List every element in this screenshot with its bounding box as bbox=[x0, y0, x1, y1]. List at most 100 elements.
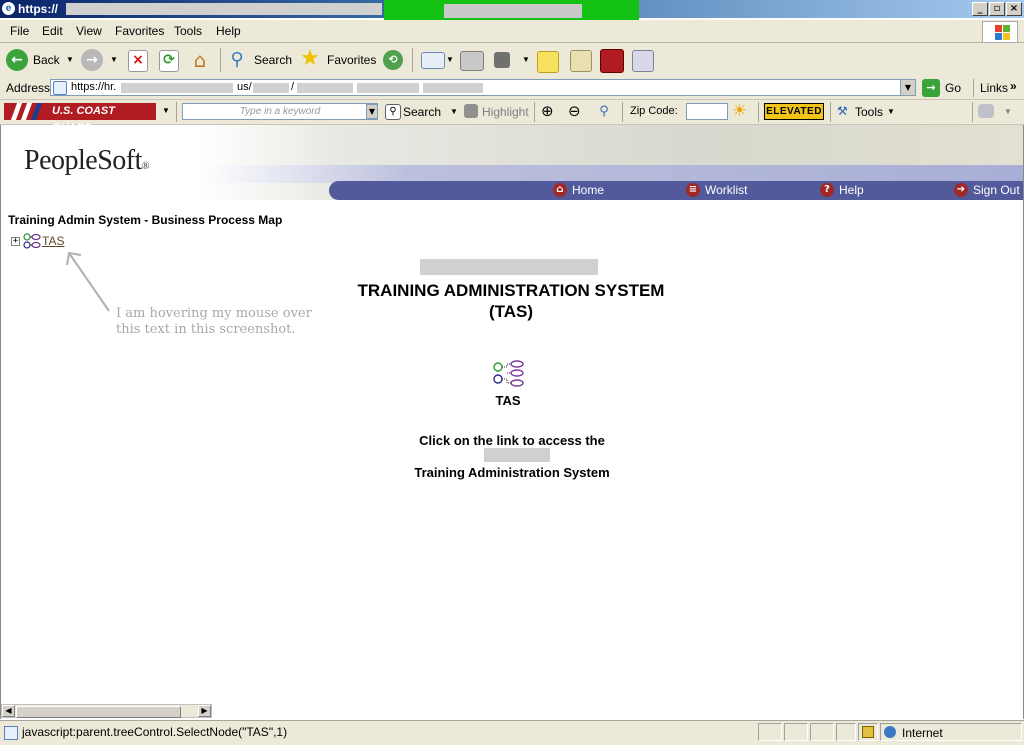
mail-icon[interactable] bbox=[421, 52, 445, 69]
status-panel bbox=[810, 723, 834, 741]
toolbar-separator bbox=[412, 48, 413, 72]
history-icon[interactable]: ⟲ bbox=[383, 50, 403, 70]
coast-guard-dropdown-icon[interactable]: ▼ bbox=[162, 106, 170, 115]
page-breadcrumb: Training Admin System - Business Process… bbox=[8, 213, 283, 227]
weather-sun-icon[interactable]: ☀ bbox=[732, 101, 747, 121]
toolbar-separator bbox=[758, 102, 759, 122]
tas-icon-label[interactable]: TAS bbox=[471, 393, 545, 408]
toolbar-separator bbox=[830, 102, 831, 122]
cg-tools-button[interactable]: Tools bbox=[855, 105, 883, 119]
redacted-heading bbox=[420, 259, 598, 275]
forward-arrow-icon[interactable]: → bbox=[81, 49, 103, 71]
favorites-star-icon[interactable]: ★ bbox=[300, 48, 320, 70]
messenger-icon[interactable] bbox=[600, 49, 624, 73]
peoplesoft-logo: PeopleSoft® bbox=[24, 145, 150, 177]
home-icon[interactable]: ⌂ bbox=[553, 183, 567, 197]
zoom-in-icon[interactable]: ⊕ bbox=[541, 102, 554, 120]
stop-icon[interactable]: × bbox=[128, 50, 148, 72]
cg-search-button[interactable]: Search bbox=[403, 105, 441, 119]
zip-code-input[interactable] bbox=[686, 103, 728, 120]
instruction-line1: Click on the link to access the bbox=[419, 433, 605, 448]
tree-link-tas[interactable]: TAS bbox=[42, 234, 64, 248]
address-url-sep: / bbox=[291, 81, 295, 93]
refresh-icon[interactable]: ⟳ bbox=[159, 50, 179, 72]
tree-expand-icon[interactable]: + bbox=[11, 237, 20, 246]
horizontal-scrollbar[interactable]: ◀ ▶ bbox=[1, 704, 212, 718]
back-dropdown-icon[interactable]: ▼ bbox=[66, 55, 74, 64]
redacted-title bbox=[66, 3, 382, 15]
go-arrow-icon[interactable]: → bbox=[922, 79, 940, 97]
browser-content: PeopleSoft® ⌂ Home ≡ Worklist ? Help ➔ S… bbox=[0, 125, 1024, 719]
go-button[interactable]: Go bbox=[945, 81, 961, 95]
tas-process-icon[interactable] bbox=[491, 359, 525, 391]
back-button[interactable]: Back bbox=[33, 53, 60, 67]
links-button[interactable]: Links bbox=[980, 81, 1008, 95]
links-more-icon[interactable]: » bbox=[1010, 79, 1017, 93]
close-button[interactable]: × bbox=[1006, 2, 1022, 16]
edit-dropdown-icon[interactable]: ▼ bbox=[522, 55, 530, 64]
highlight-icon[interactable] bbox=[464, 104, 478, 118]
redacted-url bbox=[253, 83, 289, 93]
mail-dropdown-icon[interactable]: ▼ bbox=[446, 55, 454, 64]
research-icon[interactable] bbox=[570, 50, 592, 72]
nav-help-link[interactable]: Help bbox=[839, 183, 864, 197]
favorites-button[interactable]: Favorites bbox=[327, 53, 376, 67]
status-panel bbox=[858, 723, 878, 741]
forward-dropdown-icon[interactable]: ▼ bbox=[110, 55, 118, 64]
menu-edit[interactable]: Edit bbox=[42, 24, 63, 38]
zoom-reset-icon[interactable]: ⚲ bbox=[596, 104, 612, 120]
search-button[interactable]: Search bbox=[254, 53, 292, 67]
menu-view[interactable]: View bbox=[76, 24, 102, 38]
nav-sign-out-link[interactable]: Sign Out bbox=[973, 183, 1020, 197]
keyword-input[interactable]: Type in a keyword bbox=[182, 103, 378, 120]
chain-icon[interactable] bbox=[978, 104, 994, 118]
highlight-button[interactable]: Highlight bbox=[482, 105, 529, 119]
coast-guard-logo[interactable]: U.S. COAST GUARD bbox=[4, 103, 156, 134]
cg-search-icon[interactable]: ⚲ bbox=[385, 104, 401, 120]
internet-globe-icon bbox=[884, 726, 896, 738]
address-dropdown-icon[interactable]: ▼ bbox=[900, 80, 915, 95]
search-icon[interactable]: ⚲ bbox=[227, 49, 247, 70]
page-heading: TRAINING ADMINISTRATION SYSTEM (TAS) bbox=[331, 280, 691, 322]
address-input[interactable]: https://hr. us/ / ▼ bbox=[50, 79, 916, 96]
edit-icon[interactable] bbox=[494, 52, 510, 68]
print-icon[interactable] bbox=[460, 51, 484, 71]
worklist-icon[interactable]: ≡ bbox=[686, 183, 700, 197]
nav-home-link[interactable]: Home bbox=[572, 183, 604, 197]
sign-out-icon[interactable]: ➔ bbox=[954, 183, 968, 197]
menu-tools[interactable]: Tools bbox=[174, 24, 202, 38]
chain-dropdown-icon[interactable]: ▼ bbox=[1004, 107, 1012, 116]
address-url: https://hr. bbox=[71, 81, 117, 93]
maximize-button[interactable]: ▫ bbox=[989, 2, 1005, 16]
coast-guard-toolbar: U.S. COAST GUARD ▼ Type in a keyword ▼ ⚲… bbox=[0, 100, 1024, 134]
cg-tools-dropdown-icon[interactable]: ▼ bbox=[887, 107, 895, 116]
menu-help[interactable]: Help bbox=[216, 24, 241, 38]
scroll-right-icon[interactable]: ▶ bbox=[198, 705, 211, 717]
annotation-text: I am hovering my mouse over this text in… bbox=[116, 306, 312, 337]
nav-worklist-link[interactable]: Worklist bbox=[705, 183, 747, 197]
discuss-icon[interactable] bbox=[537, 51, 559, 73]
peoplesoft-nav-bar: ⌂ Home ≡ Worklist ? Help ➔ Sign Out bbox=[329, 181, 1023, 200]
back-arrow-icon[interactable]: ← bbox=[6, 49, 28, 71]
menu-favorites[interactable]: Favorites bbox=[115, 24, 164, 38]
page-icon bbox=[53, 81, 67, 95]
toolbar-separator bbox=[973, 79, 974, 97]
minimize-button[interactable]: _ bbox=[972, 2, 988, 16]
tool-icon[interactable] bbox=[632, 50, 654, 72]
tools-icon[interactable]: ⚒ bbox=[837, 104, 848, 118]
redacted-url bbox=[357, 83, 419, 93]
threat-level-elevated-badge[interactable]: ELEVATED bbox=[764, 103, 824, 120]
process-map-icon[interactable] bbox=[23, 233, 41, 249]
help-icon[interactable]: ? bbox=[820, 183, 834, 197]
scroll-left-icon[interactable]: ◀ bbox=[2, 705, 15, 717]
redacted-url bbox=[121, 83, 233, 93]
zoom-out-icon[interactable]: ⊖ bbox=[568, 102, 581, 120]
home-toolbar-icon[interactable]: ⌂ bbox=[190, 49, 210, 71]
toolbar-separator bbox=[972, 102, 973, 122]
peoplesoft-logo-text: PeopleSoft bbox=[24, 145, 142, 176]
status-zone-panel: Internet bbox=[880, 723, 1022, 741]
keyword-dropdown-icon[interactable]: ▼ bbox=[366, 104, 378, 119]
cg-search-dropdown-icon[interactable]: ▼ bbox=[450, 107, 458, 116]
menu-file[interactable]: File bbox=[10, 24, 29, 38]
scroll-thumb[interactable] bbox=[16, 706, 181, 718]
